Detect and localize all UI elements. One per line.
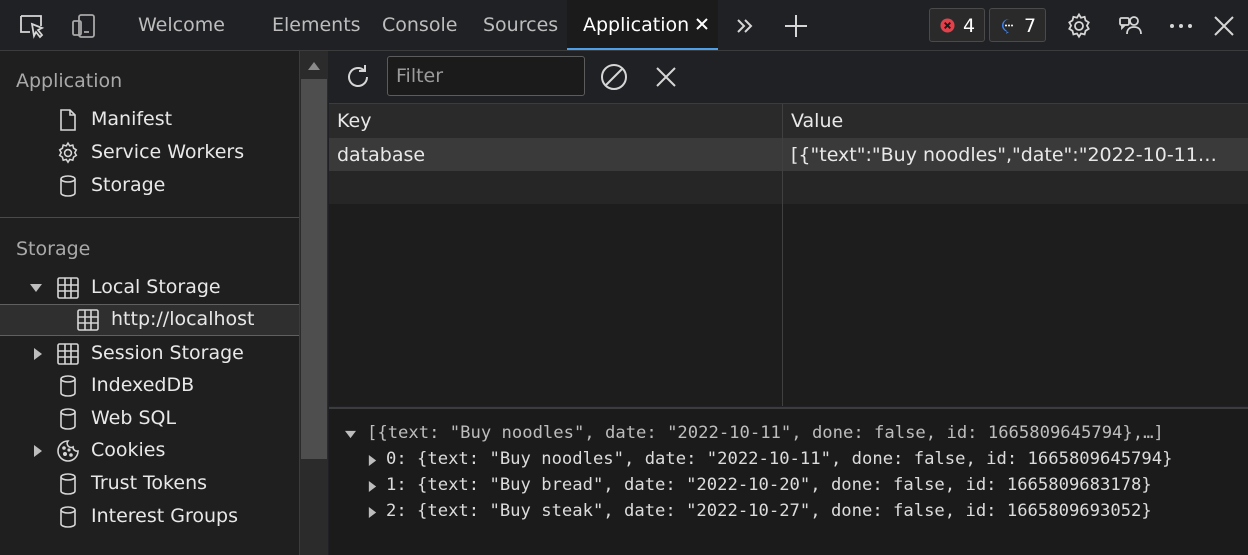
tab-sources[interactable]: Sources xyxy=(483,0,558,50)
scrollbar-thumb[interactable] xyxy=(301,79,327,459)
table-header: Key Value xyxy=(329,104,1248,139)
preview-item[interactable]: 2: {text: "Buy steak", date: "2022-10-27… xyxy=(386,501,1152,521)
sidebar-item-service-workers[interactable]: Service Workers xyxy=(0,137,299,169)
clear-all-icon[interactable] xyxy=(599,62,629,92)
inspect-icon[interactable] xyxy=(18,12,46,40)
sidebar-item-label: Storage xyxy=(91,174,166,196)
sidebar-item-label: http://localhost xyxy=(111,308,255,330)
more-options-icon[interactable] xyxy=(1167,12,1195,40)
value-preview: [{text: "Buy noodles", date: "2022-10-11… xyxy=(329,407,1248,555)
scroll-up-icon[interactable] xyxy=(308,61,320,71)
filter-input[interactable] xyxy=(387,56,585,96)
settings-icon[interactable] xyxy=(1065,12,1093,40)
close-devtools-icon[interactable] xyxy=(1210,12,1238,40)
tab-welcome[interactable]: Welcome xyxy=(138,0,225,50)
close-icon[interactable] xyxy=(695,17,709,31)
sidebar-item-cookies[interactable]: Cookies xyxy=(0,435,299,467)
feedback-icon[interactable] xyxy=(1117,12,1145,40)
triangle-right-icon[interactable] xyxy=(367,481,378,492)
error-count: 4 xyxy=(963,15,976,37)
database-icon xyxy=(56,505,80,529)
grid-icon xyxy=(56,276,80,300)
tab-elements[interactable]: Elements xyxy=(272,0,361,50)
sidebar-item-label: Manifest xyxy=(91,108,173,130)
sidebar-item-localhost[interactable]: http://localhost xyxy=(0,304,299,336)
sidebar-item-trust-tokens[interactable]: Trust Tokens xyxy=(0,468,299,500)
database-icon xyxy=(56,407,80,431)
cell-value: [{"text":"Buy noodles","date":"2022-10-1… xyxy=(791,144,1224,166)
sidebar-item-interest-groups[interactable]: Interest Groups xyxy=(0,501,299,533)
error-icon xyxy=(940,18,955,33)
column-separator[interactable] xyxy=(782,104,783,406)
table-row-empty[interactable] xyxy=(329,171,1248,204)
sidebar-item-local-storage[interactable]: Local Storage xyxy=(0,272,299,304)
triangle-right-icon[interactable] xyxy=(32,348,44,360)
sidebar-scrollbar[interactable] xyxy=(300,51,328,555)
grid-icon xyxy=(76,308,100,332)
more-tabs-icon[interactable] xyxy=(731,12,759,40)
sidebar-item-manifest[interactable]: Manifest xyxy=(0,104,299,136)
sidebar-item-label: Interest Groups xyxy=(91,505,238,527)
device-emulation-icon[interactable] xyxy=(70,12,98,40)
tab-application[interactable]: Application xyxy=(567,0,718,50)
sidebar-item-label: Session Storage xyxy=(91,342,244,364)
database-icon xyxy=(56,374,80,398)
message-icon xyxy=(1001,18,1017,34)
table-row[interactable]: database [{"text":"Buy noodles","date":"… xyxy=(329,138,1248,171)
errors-badge[interactable]: 4 xyxy=(929,8,985,42)
sidebar-item-label: Web SQL xyxy=(91,407,177,429)
sidebar-item-web-sql[interactable]: Web SQL xyxy=(0,403,299,435)
delete-selected-icon[interactable] xyxy=(651,62,681,92)
cell-key: database xyxy=(337,144,426,166)
sidebar-item-indexeddb[interactable]: IndexedDB xyxy=(0,370,299,402)
grid-icon xyxy=(56,342,80,366)
storage-toolbar xyxy=(329,51,1248,104)
message-count: 7 xyxy=(1024,15,1037,37)
preview-item[interactable]: 1: {text: "Buy bread", date: "2022-10-20… xyxy=(386,475,1152,495)
add-tab-icon[interactable] xyxy=(782,12,810,40)
column-header-key[interactable]: Key xyxy=(337,110,371,132)
preview-summary: [{text: "Buy noodles", date: "2022-10-11… xyxy=(367,423,1164,443)
file-icon xyxy=(56,108,80,132)
sidebar-item-session-storage[interactable]: Session Storage xyxy=(0,338,299,370)
devtools-tab-bar: Welcome Elements Console Sources Applica… xyxy=(0,0,1248,51)
refresh-icon[interactable] xyxy=(343,62,373,92)
section-title-storage: Storage xyxy=(16,238,91,260)
messages-badge[interactable]: 7 xyxy=(989,8,1046,42)
database-icon xyxy=(56,472,80,496)
sidebar-item-label: Service Workers xyxy=(91,141,245,163)
triangle-down-icon[interactable] xyxy=(30,282,42,294)
sidebar-item-label: Cookies xyxy=(91,439,166,461)
triangle-down-icon[interactable] xyxy=(345,429,356,440)
sidebar-item-label: IndexedDB xyxy=(91,374,195,396)
sidebar-item-label: Local Storage xyxy=(91,276,221,298)
sidebar-item-storage[interactable]: Storage xyxy=(0,170,299,202)
column-header-value[interactable]: Value xyxy=(791,110,843,132)
database-icon xyxy=(56,174,80,198)
cookie-icon xyxy=(56,439,80,463)
sidebar-item-label: Trust Tokens xyxy=(91,472,208,494)
preview-item[interactable]: 0: {text: "Buy noodles", date: "2022-10-… xyxy=(386,449,1172,469)
storage-table: Key Value database [{"text":"Buy noodles… xyxy=(329,104,1248,406)
section-title-application: Application xyxy=(16,70,123,92)
triangle-right-icon[interactable] xyxy=(32,445,44,457)
tab-application-label: Application xyxy=(583,14,690,36)
triangle-right-icon[interactable] xyxy=(367,507,378,518)
triangle-right-icon[interactable] xyxy=(367,455,378,466)
gear-icon xyxy=(56,141,80,165)
sidebar-divider xyxy=(0,217,299,218)
sidebar: Application Manifest Service Workers Sto… xyxy=(0,51,300,555)
tab-console[interactable]: Console xyxy=(382,0,457,50)
